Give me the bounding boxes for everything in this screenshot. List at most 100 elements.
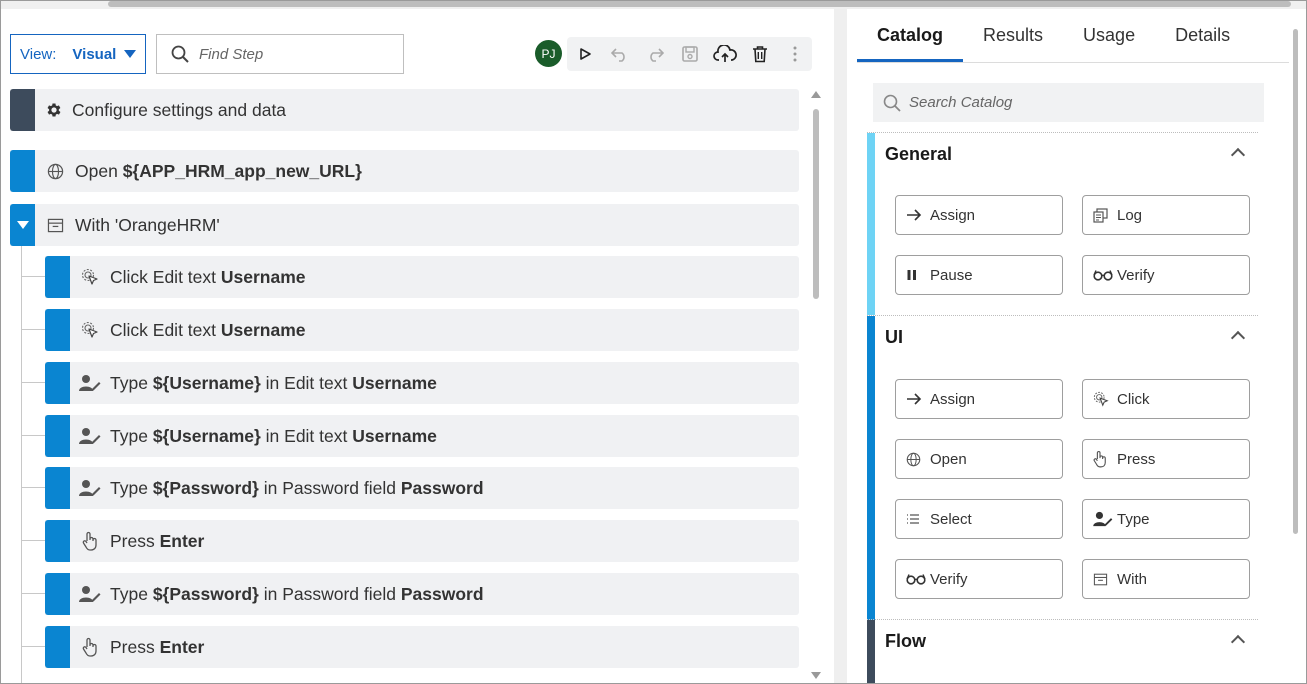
step-text: Type ${Username} in Edit text Username [110,372,437,393]
step-text: Press Enter [110,530,205,551]
undo-button[interactable] [602,37,637,71]
tab-catalog[interactable]: Catalog [857,9,964,62]
tree-branch [21,646,45,647]
catalog-item-press[interactable]: Press [1082,439,1250,479]
view-dropdown[interactable]: View: Visual [10,34,146,74]
arrow-right-icon [907,209,922,221]
save-button[interactable] [672,37,707,71]
chevron-up-icon[interactable] [1230,147,1246,163]
horizontal-scrollbar[interactable] [0,0,1307,9]
run-button[interactable] [567,37,602,71]
step-press-enter[interactable]: Press Enter [45,626,799,668]
editor-panel: View: Visual PJ [0,9,834,684]
upload-button[interactable] [707,37,742,71]
tab-results[interactable]: Results [963,9,1063,62]
chevron-up-icon[interactable] [1230,634,1246,650]
section-title-flow: Flow [885,631,926,651]
step-marker [45,362,70,404]
list-icon [907,514,919,524]
step-text: Type ${Password} in Password field Passw… [110,477,484,498]
step-marker [45,626,70,668]
globe-icon [47,163,63,179]
catalog-item-with[interactable]: With [1082,559,1250,599]
redo-icon [649,48,664,62]
step-configure-settings[interactable]: Configure settings and data [10,89,799,131]
scroll-up-icon[interactable] [811,91,821,98]
horizontal-scrollbar-thumb[interactable] [108,1,1291,7]
step-type-password[interactable]: Type ${Password} in Password field Passw… [45,573,799,615]
side-tabs: Catalog Results Usage Details [857,9,1250,62]
panel-splitter[interactable] [834,9,847,684]
click-icon [81,268,98,285]
arrow-right-icon [907,393,922,405]
collapse-toggle[interactable] [10,204,35,246]
glasses-icon [906,574,926,585]
tab-usage[interactable]: Usage [1063,9,1155,62]
action-toolbar [567,37,812,71]
tree-branch [21,540,45,541]
catalog-scrollbar-thumb[interactable] [1293,29,1298,534]
catalog-item-open[interactable]: Open [895,439,1063,479]
catalog-item-log[interactable]: Log [1082,195,1250,235]
avatar[interactable]: PJ [535,40,562,67]
side-panel: Catalog Results Usage Details General As… [847,9,1307,684]
steps-scrollbar-thumb[interactable] [813,109,819,299]
step-marker [45,415,70,457]
section-title-ui: UI [885,327,903,347]
catalog-item-verify[interactable]: Verify [1082,255,1250,295]
view-value: Visual [72,45,117,63]
undo-icon [610,48,625,62]
click-icon [1093,391,1109,407]
step-text: Configure settings and data [72,99,287,120]
tab-details[interactable]: Details [1155,9,1250,62]
more-button[interactable] [777,37,812,71]
catalog-item-click[interactable]: Click [1082,379,1250,419]
step-marker [45,256,70,298]
type-user-icon [79,428,101,444]
section-title-general: General [885,144,953,164]
click-icon [81,321,98,338]
press-icon [1093,451,1106,468]
step-marker [45,309,70,351]
step-type-username[interactable]: Type ${Username} in Edit text Username [45,415,799,457]
catalog-item-verify[interactable]: Verify [895,559,1063,599]
catalog-item-assign[interactable]: Assign [895,379,1063,419]
gear-icon [47,103,60,117]
search-catalog-input[interactable] [907,93,1247,112]
steps-scrollbar[interactable] [810,89,824,679]
step-type-password[interactable]: Type ${Password} in Password field Passw… [45,467,799,509]
search-icon [883,94,901,112]
step-type-username[interactable]: Type ${Username} in Edit text Username [45,362,799,404]
tree-branch [21,487,45,488]
search-catalog-field[interactable] [873,83,1264,122]
step-click-username[interactable]: Click Edit text Username [45,309,799,351]
divider [857,62,1289,63]
press-icon [82,531,97,551]
trash-icon [752,46,767,63]
chevron-up-icon[interactable] [1230,330,1246,346]
step-marker [45,520,70,562]
search-icon [171,45,189,63]
catalog-item-assign[interactable]: Assign [895,195,1063,235]
step-press-enter[interactable]: Press Enter [45,520,799,562]
scroll-down-icon[interactable] [811,672,821,679]
catalog-item-type[interactable]: Type [1082,499,1250,539]
find-step-field[interactable] [156,34,404,74]
play-icon [579,48,591,60]
tree-branch [21,329,45,330]
step-with-orangehrm[interactable]: With 'OrangeHRM' [10,204,799,246]
redo-button[interactable] [637,37,672,71]
delete-button[interactable] [742,37,777,71]
step-open-url[interactable]: Open ${APP_HRM_app_new_URL} [10,150,799,192]
catalog-item-select[interactable]: Select [895,499,1063,539]
find-step-input[interactable] [197,44,387,64]
catalog-item-pause[interactable]: Pause [895,255,1063,295]
save-icon [681,46,698,62]
caret-down-icon [124,50,136,58]
catalog-scrollbar[interactable] [1291,9,1301,684]
tree-branch [21,435,45,436]
step-marker [45,573,70,615]
press-icon [82,637,97,657]
step-text: Click Edit text Username [110,266,306,287]
step-click-username[interactable]: Click Edit text Username [45,256,799,298]
